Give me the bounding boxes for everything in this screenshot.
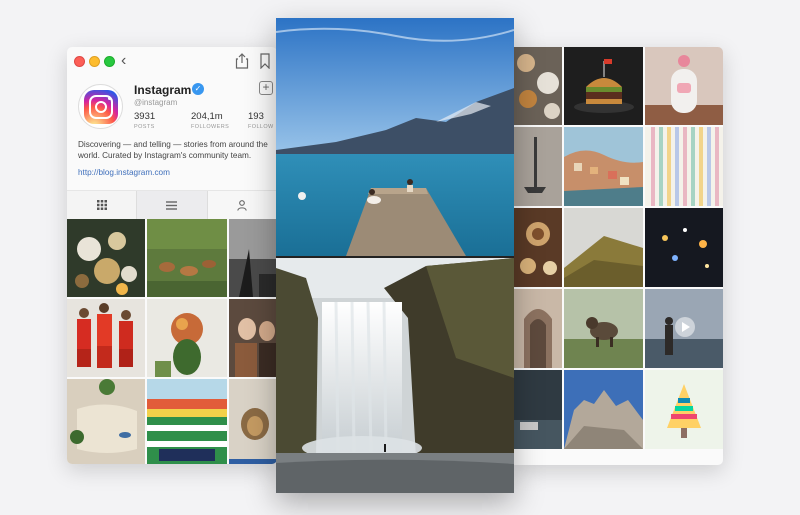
profile-handle: @instagram xyxy=(134,98,178,107)
photo-tile-video-person[interactable] xyxy=(645,289,723,368)
avatar[interactable] xyxy=(78,84,123,129)
close-button[interactable] xyxy=(74,56,85,67)
list-icon xyxy=(166,200,178,210)
stat-label: POSTS xyxy=(134,124,155,130)
photo-detail-panel xyxy=(276,18,514,493)
stat-label: FOLLOW xyxy=(248,124,274,130)
stat-label: FOLLOWERS xyxy=(191,124,230,130)
tab-grid[interactable] xyxy=(67,191,138,219)
photo-tile-food-table[interactable] xyxy=(67,219,145,297)
profile-window: ‹ Instagram ✓ @instagram + 3931 POSTS 20… xyxy=(67,47,277,464)
photo-tile-lamp[interactable] xyxy=(514,127,562,206)
photo-tile-night-city[interactable] xyxy=(645,208,723,287)
photo-tile-car[interactable] xyxy=(514,370,562,449)
photo-tile-rock-formation[interactable] xyxy=(564,370,643,449)
stat-posts[interactable]: 3931 POSTS xyxy=(134,111,155,130)
photo-tile-deer-forest[interactable] xyxy=(147,219,227,297)
stat-following[interactable]: 193 FOLLOW xyxy=(248,111,274,130)
photo-tile-tea[interactable] xyxy=(514,208,562,287)
verified-badge-icon: ✓ xyxy=(192,83,204,95)
photo-tile-coastal-village[interactable] xyxy=(564,127,643,206)
photo-tile-pastel-stripes[interactable] xyxy=(645,127,723,206)
photo-tile-pool[interactable] xyxy=(67,379,145,464)
stat-value: 3931 xyxy=(134,111,156,122)
photo-tile-parade[interactable] xyxy=(147,379,227,464)
share-icon[interactable] xyxy=(235,53,249,69)
photo-tile-lion[interactable] xyxy=(229,379,277,464)
photo-tile-rainbow-tree[interactable] xyxy=(645,370,723,449)
photo-tile-red-players[interactable] xyxy=(67,299,145,377)
photo-tile-ram[interactable] xyxy=(564,289,643,368)
minimize-button[interactable] xyxy=(89,56,100,67)
profile-tabs xyxy=(67,190,277,219)
photo-tile-robot-toy[interactable] xyxy=(645,47,723,125)
bookmark-icon[interactable] xyxy=(259,53,271,69)
instagram-logo-icon xyxy=(83,89,118,124)
photo-grid xyxy=(67,219,277,464)
profile-username: Instagram xyxy=(134,83,192,97)
photo-tile-people[interactable] xyxy=(229,299,277,377)
grid-icon xyxy=(96,200,107,210)
profile-link[interactable]: http://blog.instagram.com xyxy=(78,168,170,177)
photo-tile-arch[interactable] xyxy=(514,289,562,368)
stat-value: 193 xyxy=(248,111,264,122)
title-bar: ‹ xyxy=(67,47,277,79)
photo-waterfall[interactable] xyxy=(276,258,514,493)
photo-tile-mountain-slope[interactable] xyxy=(564,208,643,287)
tab-list[interactable] xyxy=(137,191,208,219)
photo-tile-bw-tree[interactable] xyxy=(229,219,277,297)
tab-tagged[interactable] xyxy=(207,191,277,219)
photo-grid xyxy=(514,47,723,465)
photo-lake-pier[interactable] xyxy=(276,18,514,256)
stat-followers[interactable]: 204,1m FOLLOWERS xyxy=(191,111,229,130)
chevron-left-icon[interactable]: ‹ xyxy=(121,51,126,71)
person-tag-icon xyxy=(237,199,248,211)
stat-value: 204,1m xyxy=(191,111,223,122)
grid-window xyxy=(514,47,723,465)
photo-tile-plant-figure[interactable] xyxy=(147,299,227,377)
add-icon[interactable]: + xyxy=(259,81,273,95)
profile-bio: Discovering — and telling — stories from… xyxy=(78,140,268,160)
zoom-button[interactable] xyxy=(104,56,115,67)
photo-tile-burger[interactable] xyxy=(564,47,643,125)
photo-tile-breakfast[interactable] xyxy=(514,47,562,125)
